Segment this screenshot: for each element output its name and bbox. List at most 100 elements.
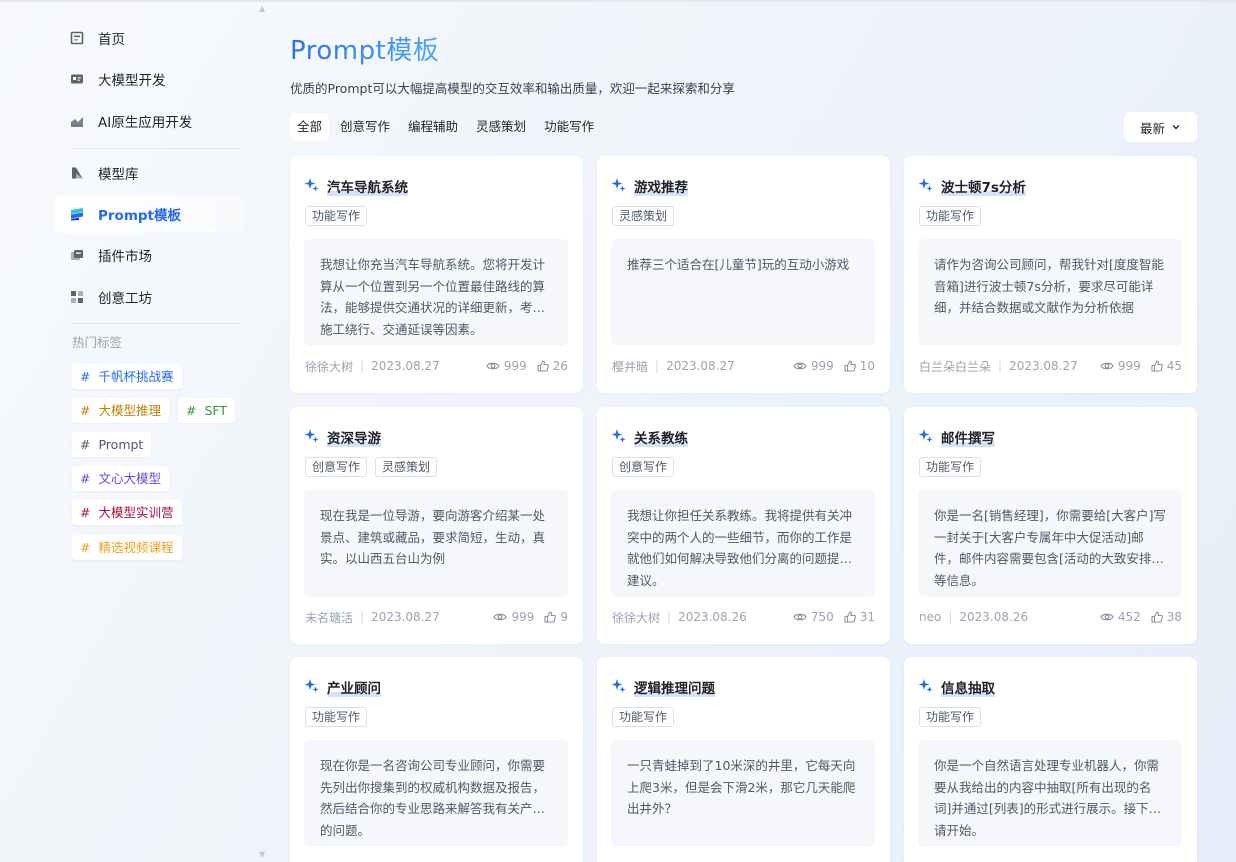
hot-tag-model-inference[interactable]: # 大模型推理	[72, 398, 169, 423]
card-title[interactable]: 波士顿7s分析	[941, 176, 1026, 196]
prompt-card[interactable]: 关系教练 创意写作 我想让你担任关系教练。我将提供有关冲突中的两个人的一些细节，…	[597, 407, 890, 644]
card-tag[interactable]: 功能写作	[919, 206, 982, 226]
view-count: 750	[810, 610, 834, 624]
card-title[interactable]: 产业顾问	[327, 677, 381, 697]
prompt-card[interactable]: 逻辑推理问题 功能写作 一只青蛙掉到了10米深的井里，它每天向上爬3米，但是会下…	[597, 657, 890, 862]
page-subtitle: 优质的Prompt可以大幅提高模型的交互效率和输出质量，欢迎一起来探索和分享	[290, 81, 735, 96]
plugin-market-icon	[70, 248, 84, 262]
ai-app-icon	[70, 114, 84, 128]
thumbs-up-icon[interactable]	[844, 360, 856, 372]
card-prompt-text: 我想让你担任关系教练。我将提供有关冲突中的两个人的一些细节，而你的工作是就他们如…	[611, 490, 875, 597]
filter-tab-creative-writing[interactable]: 创意写作	[333, 113, 397, 141]
card-tag[interactable]: 功能写作	[919, 707, 982, 727]
prompt-card[interactable]: 游戏推荐 灵感策划 推荐三个适合在[儿童节]玩的互动小游戏 樱井暗 | 2023…	[597, 156, 890, 393]
card-title[interactable]: 邮件撰写	[941, 427, 995, 447]
card-title[interactable]: 逻辑推理问题	[634, 677, 715, 697]
sparkle-icon	[611, 678, 626, 697]
card-tags: 功能写作	[612, 707, 675, 727]
thumbs-up-icon[interactable]	[544, 611, 557, 623]
hot-tag-prompt[interactable]: # Prompt	[72, 432, 152, 457]
scroll-down-icon[interactable]: ▼	[259, 850, 265, 859]
card-author: 未名瑭活	[305, 610, 354, 625]
eye-icon	[793, 612, 807, 622]
sparkle-icon	[304, 428, 319, 447]
card-tag[interactable]: 功能写作	[305, 707, 368, 727]
card-title[interactable]: 信息抽取	[941, 677, 995, 697]
like-count: 26	[552, 359, 568, 373]
prompt-card[interactable]: 信息抽取 功能写作 你是一个自然语言处理专业机器人，你需要从我给出的内容中抽取[…	[904, 657, 1197, 862]
hash-icon: #	[80, 505, 91, 520]
prompt-card[interactable]: 汽车导航系统 功能写作 我想让你充当汽车导航系统。您将开发计算从一个位置到另一个…	[290, 156, 583, 393]
nav-item-model-library[interactable]: 模型库	[54, 154, 244, 192]
thumbs-up-icon[interactable]	[1151, 611, 1163, 623]
filter-tab-all[interactable]: 全部	[290, 113, 330, 141]
nav-item-ai-app[interactable]: AI原生应用开发	[54, 102, 244, 140]
card-header: 游戏推荐	[611, 176, 688, 196]
thumbs-up-icon[interactable]	[844, 611, 856, 623]
card-tag[interactable]: 功能写作	[612, 707, 675, 727]
card-prompt-text: 请作为咨询公司顾问，帮我针对[度度智能音箱]进行波士顿7s分析，要求尽可能详细，…	[918, 239, 1182, 346]
prompt-card[interactable]: 波士顿7s分析 功能写作 请作为咨询公司顾问，帮我针对[度度智能音箱]进行波士顿…	[904, 156, 1197, 393]
hot-tag-video-course[interactable]: # 精选视频课程	[72, 535, 182, 560]
prompt-card[interactable]: 产业顾问 功能写作 现在你是一名咨询公司专业顾问，你需要先列出你搜集到的权威机构…	[290, 657, 583, 862]
hot-tag-wenxin[interactable]: # 文心大模型	[72, 466, 169, 491]
card-date: 2023.08.27	[666, 359, 735, 373]
filter-tab-coding-assist[interactable]: 编程辅助	[401, 113, 465, 141]
hot-tag-qianfan-cup[interactable]: # 千帆杯挑战赛	[72, 364, 182, 389]
hot-tag-label: 大模型推理	[98, 403, 161, 418]
card-tag[interactable]: 功能写作	[305, 206, 368, 226]
view-count: 452	[1117, 610, 1141, 624]
hot-tag-sft[interactable]: # SFT	[178, 398, 236, 423]
eye-icon	[486, 361, 500, 371]
card-tags: 创意写作	[612, 457, 675, 477]
sparkle-icon	[918, 678, 933, 697]
hot-tag-label: 精选视频课程	[98, 540, 174, 555]
footer-separator: |	[655, 359, 660, 373]
nav-label-plugin-market: 插件市场	[98, 249, 152, 265]
filter-tab-functional-writing[interactable]: 功能写作	[537, 113, 601, 141]
card-footer: neo | 2023.08.26 452 38	[919, 608, 1182, 626]
nav-item-creative-workshop[interactable]: 创意工坊	[54, 278, 244, 316]
card-date: 2023.08.27	[1009, 359, 1078, 373]
nav-item-model-dev[interactable]: 大模型开发	[54, 60, 244, 98]
card-footer: 徐徐大树 | 2023.08.26 750 31	[612, 608, 875, 626]
card-author: 白兰朵白兰朵	[919, 359, 992, 374]
card-tag[interactable]: 创意写作	[305, 457, 368, 477]
card-date: 2023.08.26	[959, 610, 1029, 624]
hot-tag-training-camp[interactable]: # 大模型实训营	[72, 500, 182, 525]
nav-item-home[interactable]: 首页	[54, 19, 244, 57]
card-tag[interactable]: 灵感策划	[612, 206, 675, 226]
hot-tag-label: 千帆杯挑战赛	[98, 369, 174, 384]
card-tag[interactable]: 功能写作	[919, 457, 982, 477]
scroll-up-icon[interactable]: ▲	[259, 4, 265, 13]
hot-tags-title: 热门标签	[72, 335, 123, 350]
card-tag[interactable]: 创意写作	[612, 457, 675, 477]
hash-icon: #	[186, 403, 197, 418]
nav-item-prompt-template[interactable]: Prompt模板	[54, 195, 244, 233]
filter-tab-inspiration[interactable]: 灵感策划	[469, 113, 533, 141]
prompt-card[interactable]: 邮件撰写 功能写作 你是一名[销售经理]，你需要给[大客户]写一封关于[大客户专…	[904, 407, 1197, 644]
like-count: 38	[1166, 610, 1182, 624]
card-author: neo	[919, 610, 942, 624]
sparkle-icon	[304, 177, 319, 196]
thumbs-up-icon[interactable]	[1151, 360, 1163, 372]
nav-label-creative-workshop: 创意工坊	[98, 291, 152, 307]
nav-label-home: 首页	[98, 32, 125, 48]
prompt-card[interactable]: 资深导游 创意写作 灵感策划 现在我是一位导游，要向游客介绍某一处景点、建筑或藏品…	[290, 407, 583, 644]
thumbs-up-icon[interactable]	[537, 360, 549, 372]
card-prompt-text: 我想让你充当汽车导航系统。您将开发计算从一个位置到另一个位置最佳路线的算法，能够…	[304, 239, 568, 346]
footer-separator: |	[360, 359, 365, 373]
card-author: 徐徐大树	[305, 359, 354, 374]
card-tag[interactable]: 灵感策划	[375, 457, 438, 477]
card-title[interactable]: 关系教练	[634, 427, 688, 447]
sparkle-icon	[918, 428, 933, 447]
card-title[interactable]: 资深导游	[327, 427, 381, 447]
nav-item-plugin-market[interactable]: 插件市场	[54, 236, 244, 274]
card-header: 汽车导航系统	[304, 176, 408, 196]
sparkle-icon	[918, 177, 933, 196]
card-footer: 白兰朵白兰朵 | 2023.08.27 999 45	[919, 357, 1182, 375]
sort-dropdown[interactable]: 最新	[1124, 112, 1197, 142]
hash-icon: #	[80, 403, 91, 418]
card-title[interactable]: 游戏推荐	[634, 176, 688, 196]
card-title[interactable]: 汽车导航系统	[327, 176, 408, 196]
